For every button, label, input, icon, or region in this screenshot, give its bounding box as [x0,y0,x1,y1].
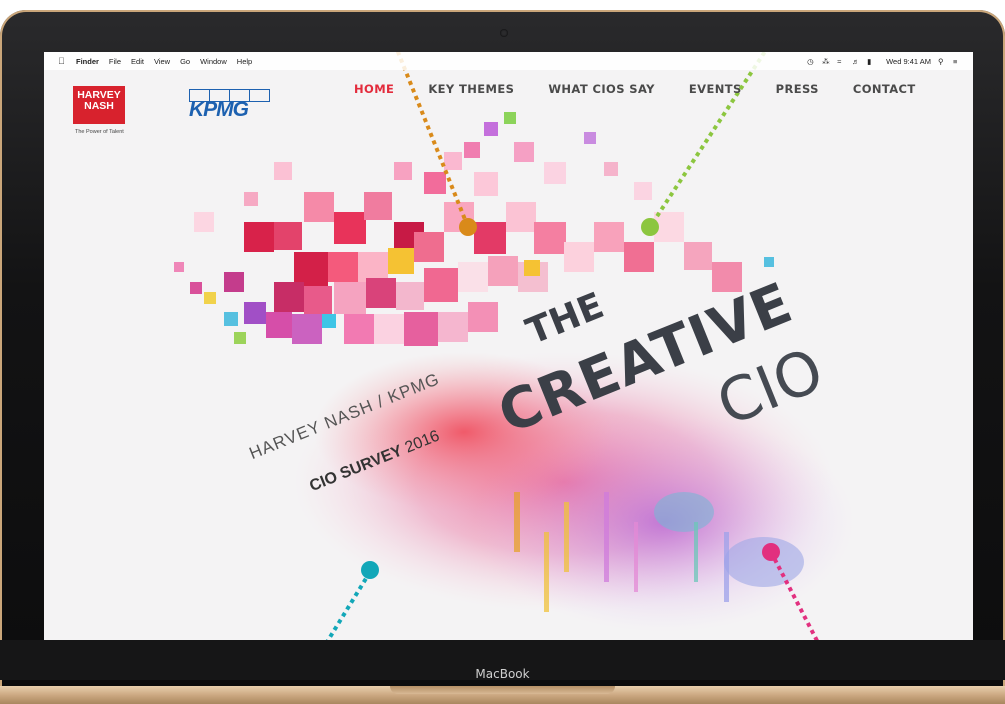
nav-events[interactable]: EVENTS [689,82,742,96]
kpmg-logo[interactable]: KPMG [189,89,279,129]
status-area: ◷ ⁂ ≈ ♬ ▮ Wed 9:41 AM ⚲ ≡ [807,52,961,70]
camera [500,29,508,37]
mac-menubar:  Finder File Edit View Go Window Help ◷… [44,52,973,70]
menu-help[interactable]: Help [237,57,252,66]
nav-home[interactable]: HOME [354,82,394,96]
nav-key-themes[interactable]: KEY THEMES [428,82,514,96]
apple-icon[interactable]:  [58,57,66,66]
nav-what-cios-say[interactable]: WHAT CIOS SAY [548,82,655,96]
nav-contact[interactable]: CONTACT [853,82,916,96]
notification-center-icon[interactable]: ≡ [953,57,961,66]
device-label: MacBook [475,667,530,681]
nav-press[interactable]: PRESS [776,82,819,96]
harvey-nash-tagline: The Power of Talent [75,129,124,135]
menu-file[interactable]: File [109,57,121,66]
screen:  Finder File Edit View Go Window Help ◷… [44,52,973,640]
menu-finder[interactable]: Finder [76,57,99,66]
menu-view[interactable]: View [154,57,170,66]
spotlight-icon[interactable]: ⚲ [938,57,946,66]
hero-artwork [174,52,854,640]
harvey-nash-line2: NASH [84,100,114,112]
harvey-nash-logo[interactable]: HARVEY NASH [73,86,125,124]
main-nav: HOME KEY THEMES WHAT CIOS SAY EVENTS PRE… [354,82,916,96]
menu-go[interactable]: Go [180,57,190,66]
volume-icon[interactable]: ♬ [852,57,860,66]
menu-window[interactable]: Window [200,57,227,66]
menu-edit[interactable]: Edit [131,57,144,66]
time-machine-icon[interactable]: ◷ [807,57,815,66]
clock[interactable]: Wed 9:41 AM [886,57,931,66]
wifi-icon[interactable]: ≈ [837,57,845,66]
bluetooth-icon[interactable]: ⁂ [822,57,830,66]
laptop-notch [390,686,615,694]
battery-icon[interactable]: ▮ [867,57,879,66]
